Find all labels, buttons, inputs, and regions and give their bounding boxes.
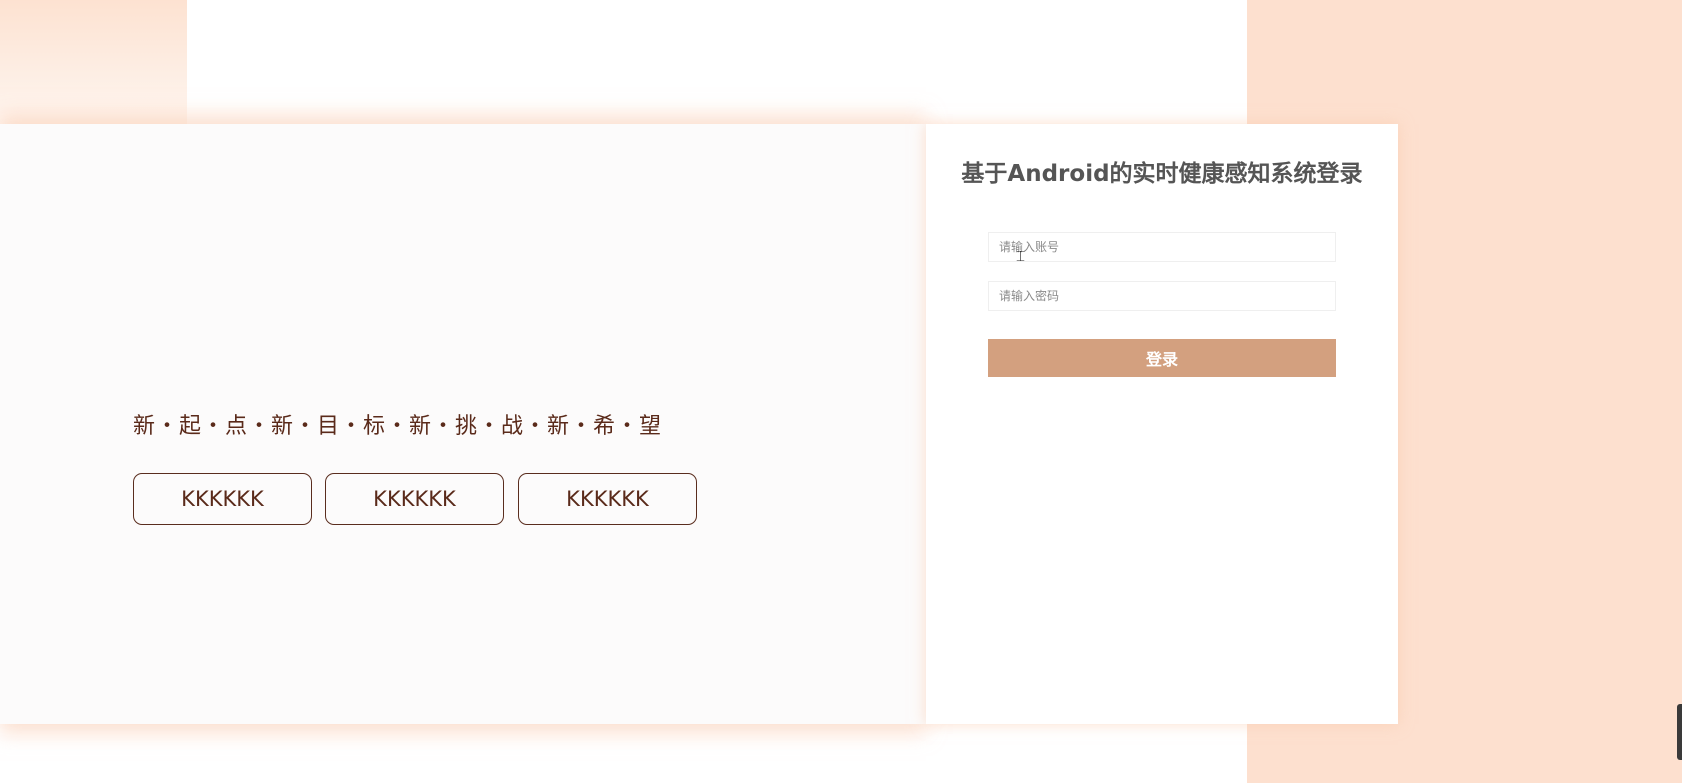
login-button[interactable]: 登录 (988, 339, 1336, 377)
hero-button-1[interactable]: KKKKKK (133, 473, 312, 525)
i-beam-cursor-icon: ⌶ (1016, 247, 1026, 265)
account-input[interactable] (988, 232, 1336, 262)
hero-button-2[interactable]: KKKKKK (325, 473, 504, 525)
login-card: 基于Android的实时健康感知系统登录 登录 (926, 124, 1398, 724)
scrollbar-handle[interactable] (1677, 704, 1682, 760)
slogan-text: 新・起・点・新・目・标・新・挑・战・新・希・望 (133, 414, 663, 439)
hero-button-3[interactable]: KKKKKK (518, 473, 697, 525)
top-left-gradient (0, 0, 187, 124)
password-input[interactable] (988, 281, 1336, 311)
login-title: 基于Android的实时健康感知系统登录 (961, 161, 1363, 187)
